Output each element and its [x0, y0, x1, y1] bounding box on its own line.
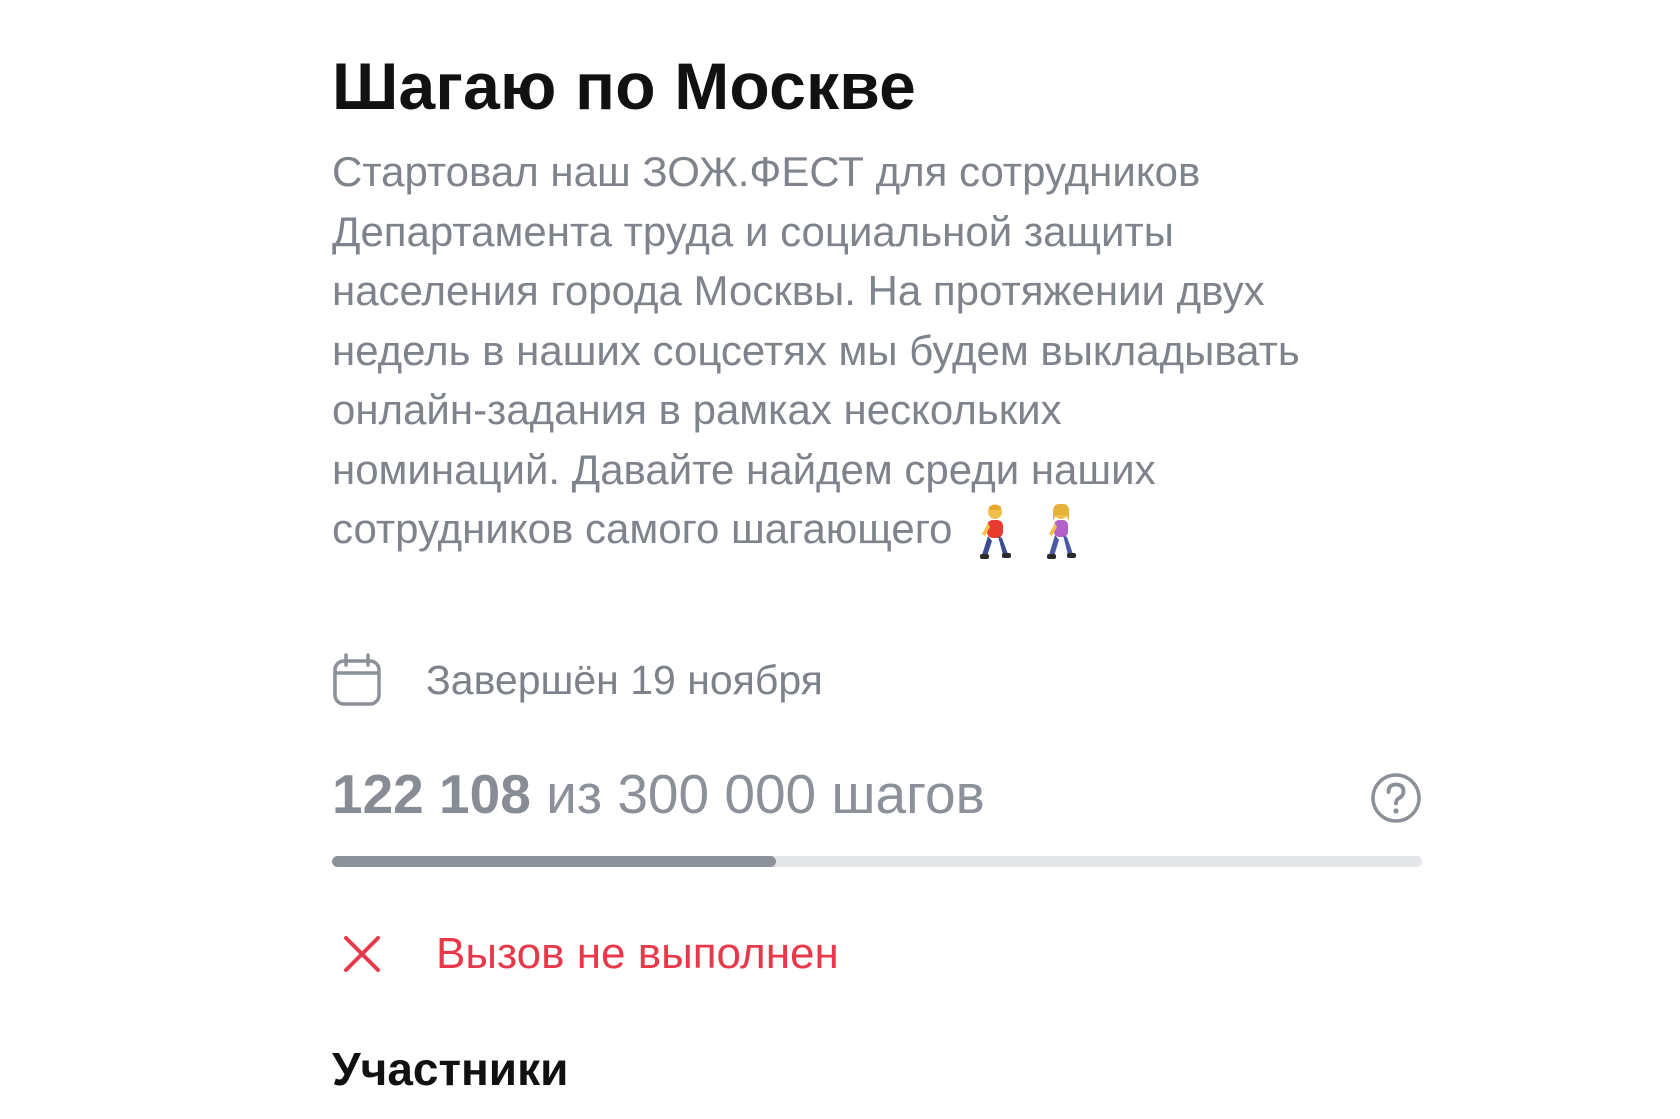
man-walking-emoji [971, 503, 1019, 561]
participants-heading: Участники [332, 1043, 569, 1095]
end-date-label: Завершён 19 ноября [426, 656, 823, 703]
steps-counter: 122 108 из 300 000 шагов [332, 762, 985, 826]
help-button[interactable] [1370, 772, 1422, 824]
woman-walking-emoji [1037, 503, 1085, 561]
close-icon [342, 934, 382, 974]
description-line: Департамента труда и социальной защиты [332, 207, 1174, 255]
steps-goal: 300 000 шагов [617, 763, 985, 825]
steps-current: 122 108 [332, 763, 531, 825]
description-line: онлайн-задания в рамках нескольких [332, 386, 1062, 433]
description-line: недель в наших соцсетях мы будем выклады… [332, 326, 1300, 374]
steps-separator: из [530, 763, 618, 825]
question-circle-icon [1371, 773, 1421, 823]
description-line: населения города Москвы. На протяжении д… [332, 267, 1265, 314]
challenge-date: Завершён 19 ноября [332, 652, 823, 708]
challenge-status: Вызов не выполнен [332, 926, 839, 982]
description-line: Стартовал наш ЗОЖ.ФЕСТ для сотрудников [332, 148, 1201, 195]
description-last-line: сотрудников самого шагающего [332, 499, 1422, 561]
description-line: сотрудников самого шагающего [332, 505, 953, 552]
status-text: Вызов не выполнен [436, 929, 839, 978]
steps-progress-fill [332, 856, 776, 867]
calendar-icon [332, 653, 382, 707]
steps-progress-bar [332, 856, 1422, 867]
description-line: номинаций. Давайте найдем среди наших [332, 445, 1156, 493]
challenge-title: Шагаю по Москве [332, 49, 917, 123]
steps-progress-row: 122 108 из 300 000 шагов [332, 762, 1422, 832]
challenge-description: Стартовал наш ЗОЖ.ФЕСТ для сотрудников Д… [332, 142, 1422, 561]
